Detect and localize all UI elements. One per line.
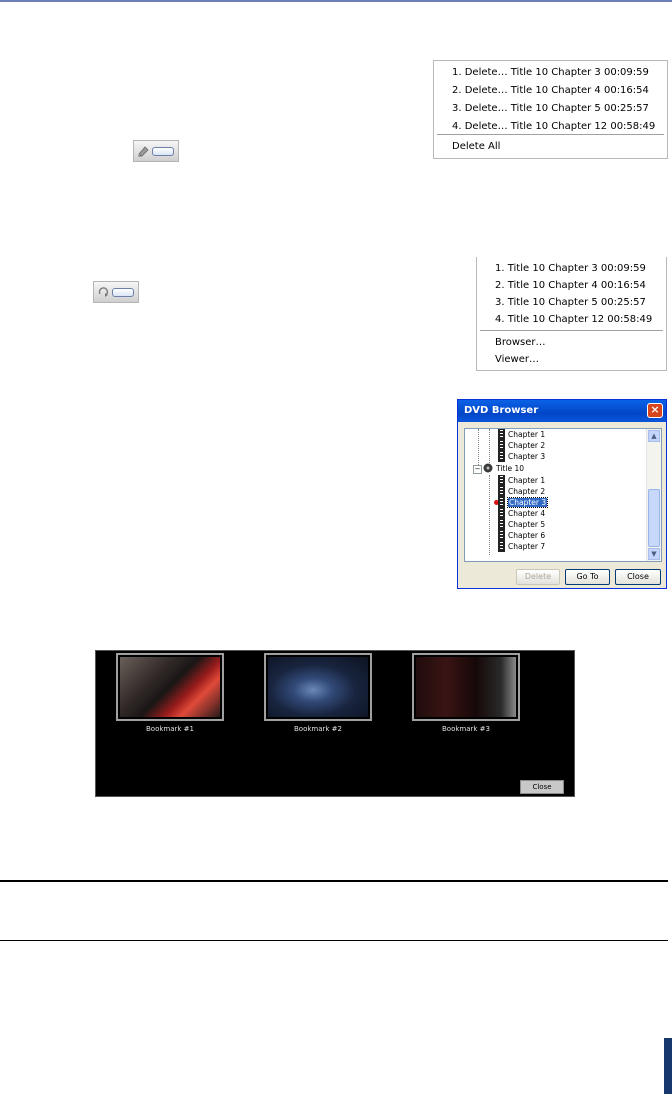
tree-node-chapter[interactable]: Chapter 2 [498, 440, 545, 451]
tree-node-label: Chapter 2 [508, 441, 546, 450]
video-frame-image [120, 657, 220, 717]
tree-node-label: Chapter 5 [508, 520, 546, 529]
tree-connector [478, 429, 479, 469]
film-icon [498, 475, 505, 486]
menu-separator [480, 330, 663, 331]
menu-item-goto-1[interactable]: 1. Title 10 Chapter 3 00:09:59 [495, 263, 646, 274]
menu-item-delete-all[interactable]: Delete All [452, 141, 500, 152]
scroll-down-icon[interactable]: ▼ [648, 548, 660, 560]
delete-bookmark-icon [138, 146, 149, 157]
dvd-browser-window: DVD Browser × Chapter 1 Chapter 2 Chapte… [457, 399, 667, 589]
menu-item-delete-1[interactable]: 1. Delete… Title 10 Chapter 3 00:09:59 [452, 67, 649, 78]
tree-node-chapter[interactable]: Chapter 5 [498, 519, 545, 530]
dvd-browser-title: DVD Browser [464, 405, 539, 416]
tree-node-label: Chapter 6 [508, 531, 546, 540]
note-bottom-rule [0, 940, 668, 941]
viewer-close-button[interactable]: Close [520, 780, 564, 794]
delete-button[interactable]: Delete [516, 569, 560, 585]
tree-node-label: Title 10 [496, 464, 525, 473]
bookmark-viewer: Bookmark #1 Bookmark #2 Bookmark #3 Clos… [95, 650, 575, 797]
bookmark-thumbnail-1[interactable] [116, 653, 224, 721]
film-icon [498, 530, 505, 541]
tree-node-label: Chapter 2 [508, 487, 546, 496]
scroll-thumb[interactable] [648, 489, 660, 547]
film-icon [498, 451, 505, 462]
menu-separator [437, 134, 664, 135]
tree-node-label: Chapter 3 [508, 452, 546, 461]
collapse-icon[interactable]: − [473, 465, 482, 474]
tree-node-label: Chapter 1 [508, 430, 546, 439]
bookmark-label: Bookmark #3 [441, 725, 490, 733]
bookmark-thumbnail-3[interactable] [412, 653, 520, 721]
tree-node-label: Chapter 7 [508, 542, 546, 551]
bookmark-label: Bookmark #2 [293, 725, 342, 733]
bookmark-thumbnail-2[interactable] [264, 653, 372, 721]
menu-item-goto-4[interactable]: 4. Title 10 Chapter 12 00:58:49 [495, 314, 652, 325]
tree-node-chapter-selected[interactable]: Chapter 3 [498, 497, 549, 508]
disc-icon [483, 463, 493, 473]
dvd-browser-titlebar: DVD Browser × [458, 400, 666, 422]
tree-node-chapter[interactable]: Chapter 6 [498, 530, 545, 541]
goto-bookmark-icon [98, 287, 109, 297]
tree-node-chapter[interactable]: Chapter 3 [498, 451, 545, 462]
film-icon [498, 429, 505, 440]
tree-node-chapter[interactable]: Chapter 1 [498, 475, 545, 486]
chapter-tree: Chapter 1 Chapter 2 Chapter 3 − Title 10… [464, 428, 662, 562]
menu-item-delete-2[interactable]: 2. Delete… Title 10 Chapter 4 00:16:54 [452, 85, 649, 96]
delete-bookmark-menu: 1. Delete… Title 10 Chapter 3 00:09:59 2… [433, 60, 668, 159]
tree-node-label: Chapter 4 [508, 509, 546, 518]
film-icon [498, 541, 505, 552]
tree-node-chapter[interactable]: Chapter 2 [498, 486, 545, 497]
film-icon [498, 508, 505, 519]
video-frame-image [416, 657, 516, 717]
note-top-rule [0, 880, 668, 882]
menu-item-browser[interactable]: Browser… [495, 337, 546, 348]
bookmark-pill-icon [112, 288, 134, 297]
menu-item-goto-3[interactable]: 3. Title 10 Chapter 5 00:25:57 [495, 297, 646, 308]
menu-item-viewer[interactable]: Viewer… [495, 354, 539, 365]
tree-scrollbar[interactable]: ▲ ▼ [646, 429, 661, 561]
header-rule [0, 0, 672, 2]
go-to-button[interactable]: Go To [565, 569, 610, 585]
film-icon [498, 519, 505, 530]
tree-connector [489, 475, 490, 555]
film-icon [498, 497, 505, 508]
tree-node-label: Chapter 3 [506, 497, 549, 508]
page-edge-tab [664, 1038, 672, 1094]
bookmark-label: Bookmark #1 [145, 725, 194, 733]
video-frame-image [268, 657, 368, 717]
menu-item-goto-2[interactable]: 2. Title 10 Chapter 4 00:16:54 [495, 280, 646, 291]
film-icon [498, 486, 505, 497]
tree-node-chapter[interactable]: Chapter 4 [498, 508, 545, 519]
tree-node-chapter[interactable]: Chapter 1 [498, 429, 545, 440]
tree-node-label: Chapter 1 [508, 476, 546, 485]
goto-bookmark-menu: 1. Title 10 Chapter 3 00:09:59 2. Title … [476, 257, 667, 371]
menu-item-delete-4[interactable]: 4. Delete… Title 10 Chapter 12 00:58:49 [452, 121, 655, 132]
bookmark-pill-icon [152, 147, 174, 156]
tree-node-title[interactable]: Title 10 [483, 463, 524, 474]
scroll-up-icon[interactable]: ▲ [648, 430, 660, 442]
menu-item-delete-3[interactable]: 3. Delete… Title 10 Chapter 5 00:25:57 [452, 103, 649, 114]
film-icon [498, 440, 505, 451]
close-button[interactable]: Close [615, 569, 661, 585]
tree-connector [489, 429, 490, 463]
close-icon[interactable]: × [647, 403, 663, 418]
delete-bookmark-button[interactable] [133, 140, 179, 162]
tree-node-chapter[interactable]: Chapter 7 [498, 541, 545, 552]
goto-bookmark-button[interactable] [93, 281, 139, 303]
